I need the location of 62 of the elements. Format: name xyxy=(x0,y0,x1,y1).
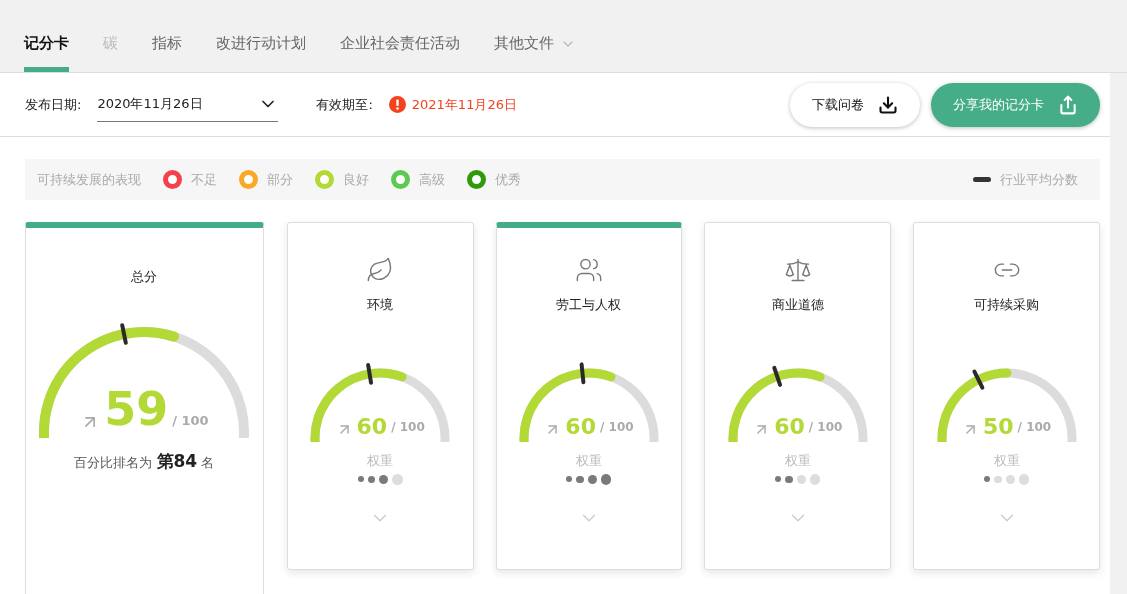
weight-dot xyxy=(379,474,389,484)
category-card[interactable]: 商业道德 60 / 100 权重 xyxy=(704,222,892,570)
tab[interactable]: 指标 xyxy=(152,32,182,72)
weight-dot xyxy=(785,475,793,483)
legend-label: 不足 xyxy=(191,170,217,189)
weight-dot xyxy=(587,474,597,484)
scale-icon xyxy=(783,256,812,284)
card-title: 环境 xyxy=(367,296,394,314)
download-button[interactable]: 下载问卷 xyxy=(790,82,920,127)
legend-label: 部分 xyxy=(267,170,293,189)
weight-dot xyxy=(796,474,806,484)
score-max: / 100 xyxy=(1017,420,1052,434)
weight-dot xyxy=(1005,474,1015,484)
tab[interactable]: 改进行动计划 xyxy=(216,32,306,72)
score-value: 50 xyxy=(982,416,1014,438)
date-select[interactable]: 2020年11月26日 xyxy=(97,87,279,122)
rank-text: 百分比排名为 第84 名 xyxy=(74,450,215,473)
field-label: 发布日期: xyxy=(25,95,82,114)
tab[interactable]: 其他文件 xyxy=(494,32,576,72)
tab[interactable]: 企业社会责任活动 xyxy=(340,32,460,72)
legend-label: 行业平均分数 xyxy=(1000,170,1078,189)
weight-dot xyxy=(984,476,991,483)
weight-dot xyxy=(367,475,376,483)
score-max: / 100 xyxy=(599,420,634,434)
card-title: 劳工与人权 xyxy=(556,296,622,314)
people-icon xyxy=(574,256,603,284)
category-card[interactable]: 可持续采购 50 / 100 权重 xyxy=(913,222,1100,570)
field-label: 有效期至: xyxy=(316,95,373,114)
card-title: 可持续采购 xyxy=(974,296,1040,314)
score-value: 60 xyxy=(565,416,596,438)
weight-dot xyxy=(576,475,584,483)
weight-dot xyxy=(1018,474,1030,485)
score-card[interactable]: 总分 59/ 100 百分比排名为 第84 名 xyxy=(25,222,264,594)
legend-label: 良好 xyxy=(343,170,369,189)
weight-dot xyxy=(775,476,782,483)
weight-dot xyxy=(600,474,612,485)
legend-title: 可持续发展的表现 xyxy=(37,170,141,189)
score-max: / 100 xyxy=(172,413,209,428)
legend-label: 高级 xyxy=(419,170,445,189)
average-line-icon xyxy=(973,177,991,182)
card-title: 商业道德 xyxy=(771,296,824,314)
weight-dot xyxy=(392,474,403,485)
score-max: / 100 xyxy=(808,420,843,434)
score-value: 59 xyxy=(104,386,169,432)
score-max: / 100 xyxy=(391,420,425,434)
weight-dot xyxy=(566,476,573,483)
card-title: 总分 xyxy=(131,268,158,286)
weight-dot xyxy=(809,474,821,485)
share-icon xyxy=(1058,94,1078,115)
weight-label: 权重 xyxy=(367,452,394,470)
download-icon xyxy=(878,94,898,115)
score-value: 60 xyxy=(356,416,388,438)
weight-dot xyxy=(994,475,1002,483)
weight-label: 权重 xyxy=(575,452,602,470)
weight-dot xyxy=(357,476,364,483)
weight-label: 权重 xyxy=(784,452,811,470)
expiry-date: 2021年11月26日 xyxy=(411,95,517,114)
legend-label: 优秀 xyxy=(495,170,521,189)
weight-label: 权重 xyxy=(993,452,1020,470)
category-card[interactable]: 环境 60 / 100 权重 xyxy=(286,222,474,570)
score-value: 60 xyxy=(774,416,805,438)
category-card[interactable]: 劳工与人权 60 / 100 权重 xyxy=(495,222,683,570)
